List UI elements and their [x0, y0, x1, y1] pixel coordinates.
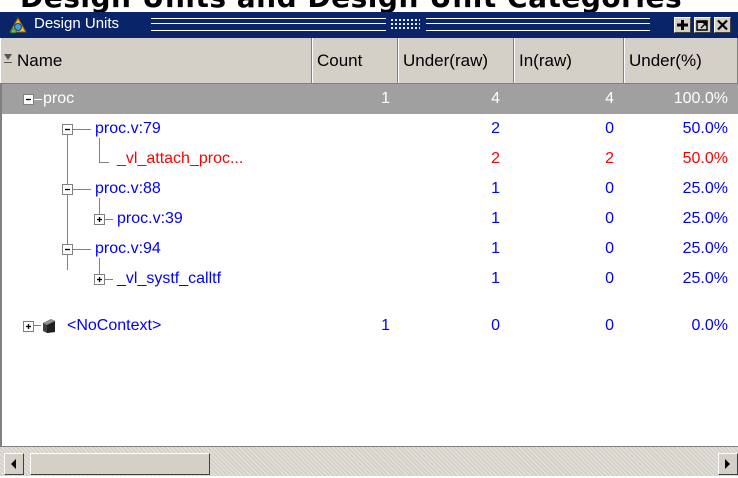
- row-in-raw: 0: [605, 317, 614, 334]
- row-in-raw: 2: [605, 150, 614, 167]
- close-icon[interactable]: [714, 17, 731, 33]
- row-under-pct: 25.0%: [682, 240, 728, 257]
- tree-connector: [105, 279, 113, 280]
- row-under-pct: 100.0%: [673, 90, 728, 107]
- design-units-icon: [8, 16, 28, 34]
- scroll-thumb[interactable]: [30, 453, 210, 475]
- tree-connector: [73, 129, 91, 130]
- collapse-icon[interactable]: [62, 244, 73, 255]
- row-under-pct: 0.0%: [691, 317, 728, 334]
- horizontal-scrollbar[interactable]: [0, 446, 738, 476]
- row-count: 1: [381, 90, 390, 107]
- drag-grip-left[interactable]: [151, 18, 386, 31]
- tree-row-proc-v94[interactable]: proc.v:94 1 0 25.0%: [0, 234, 738, 264]
- column-header-count[interactable]: Count: [312, 38, 398, 83]
- column-header-under-pct[interactable]: Under(%): [624, 38, 738, 83]
- column-header-row: Name Count Under(raw) In(raw) Under(%): [0, 38, 738, 84]
- expand-icon[interactable]: [94, 274, 105, 285]
- column-header-under-raw[interactable]: Under(raw): [398, 38, 514, 83]
- collapse-icon[interactable]: [62, 124, 73, 135]
- expand-icon[interactable]: [23, 321, 34, 332]
- row-name: <NoContext>: [67, 317, 162, 334]
- row-count: [312, 204, 390, 234]
- tree-connector: [73, 249, 91, 250]
- panel-titlebar[interactable]: Design Units: [0, 12, 738, 38]
- row-count: [312, 234, 390, 264]
- row-in-raw: 4: [605, 90, 614, 107]
- tree-row-proc-v88[interactable]: proc.v:88 1 0 25.0%: [0, 174, 738, 204]
- row-under-pct: 25.0%: [682, 180, 728, 197]
- tree-row-vl-attach-proc[interactable]: _vl_attach_proc... 2 2 50.0%: [0, 144, 738, 174]
- design-units-tree[interactable]: proc 1 4 4 100.0% proc.v:79 2 0 50.0% _v…: [0, 84, 738, 446]
- undock-button-icon[interactable]: [694, 17, 711, 33]
- panel-left-border: [0, 84, 2, 446]
- row-under-pct: 50.0%: [682, 150, 728, 167]
- drag-grip-right[interactable]: [426, 18, 650, 31]
- row-count: [312, 264, 390, 294]
- row-name: proc: [43, 90, 75, 107]
- sort-arrow-icon: [4, 54, 12, 63]
- row-under-raw: 2: [491, 150, 500, 167]
- column-header-name[interactable]: Name: [0, 38, 312, 83]
- tree-connector: [105, 219, 113, 220]
- row-name: proc.v:94: [95, 240, 161, 257]
- tree-connector: [73, 189, 91, 190]
- row-name: _vl_attach_proc...: [117, 150, 244, 167]
- row-under-pct: 25.0%: [682, 210, 728, 227]
- tree-connector: [34, 99, 42, 100]
- row-in-raw: 0: [605, 240, 614, 257]
- row-count: [312, 144, 390, 174]
- partial-heading: Design Units and Design Unit Categories: [0, 0, 738, 12]
- row-count: 1: [381, 317, 390, 334]
- row-count: [312, 174, 390, 204]
- tree-row-proc-v39[interactable]: proc.v:39 1 0 25.0%: [0, 204, 738, 234]
- scroll-left-icon[interactable]: [4, 453, 24, 475]
- row-under-pct: 50.0%: [682, 120, 728, 137]
- tree-row-proc[interactable]: proc 1 4 4 100.0%: [0, 84, 738, 114]
- row-in-raw: 0: [605, 180, 614, 197]
- panel-title: Design Units: [34, 15, 120, 32]
- row-under-raw: 1: [491, 180, 500, 197]
- column-header-in-raw[interactable]: In(raw): [514, 38, 624, 83]
- tree-row-nocontext[interactable]: <NoContext> 1 0 0 0.0%: [0, 311, 738, 341]
- row-under-raw: 0: [491, 317, 500, 334]
- collapse-icon[interactable]: [62, 184, 73, 195]
- context-block-icon: [42, 318, 56, 334]
- drag-grip-dots[interactable]: [390, 18, 420, 31]
- scroll-right-icon[interactable]: [718, 453, 738, 475]
- row-name: proc.v:79: [95, 120, 161, 137]
- row-name: _vl_systf_calltf: [117, 270, 222, 287]
- tree-row-proc-v79[interactable]: proc.v:79 2 0 50.0%: [0, 114, 738, 144]
- row-under-raw: 1: [491, 210, 500, 227]
- dock-button-icon[interactable]: [674, 17, 691, 33]
- row-count: [312, 114, 390, 144]
- collapse-icon[interactable]: [23, 94, 34, 105]
- row-under-raw: 1: [491, 270, 500, 287]
- tree-row-vl-systf-calltf[interactable]: _vl_systf_calltf 1 0 25.0%: [0, 264, 738, 294]
- row-in-raw: 0: [605, 270, 614, 287]
- expand-icon[interactable]: [94, 214, 105, 225]
- row-under-pct: 25.0%: [682, 270, 728, 287]
- row-under-raw: 2: [491, 120, 500, 137]
- row-name: proc.v:39: [117, 210, 183, 227]
- row-name: proc.v:88: [95, 180, 161, 197]
- row-under-raw: 1: [491, 240, 500, 257]
- row-in-raw: 0: [605, 120, 614, 137]
- row-under-raw: 4: [491, 90, 500, 107]
- row-in-raw: 0: [605, 210, 614, 227]
